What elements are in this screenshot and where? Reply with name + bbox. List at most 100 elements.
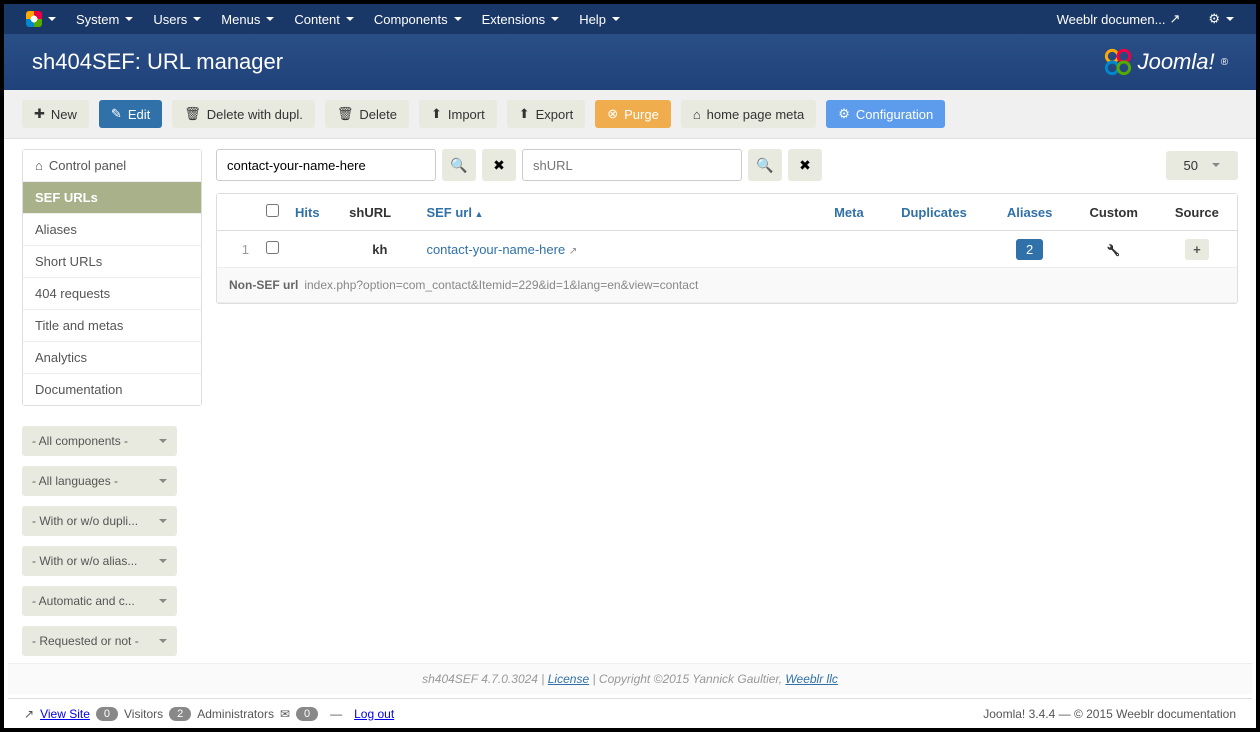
nav-menus[interactable]: Menus <box>211 4 284 34</box>
col-aliases[interactable]: Aliases <box>989 194 1071 231</box>
close-icon: ✖ <box>493 157 505 174</box>
joomla-version: Joomla! 3.4.4 — © 2015 Weeblr documentat… <box>983 707 1236 721</box>
sidebar-nav: ⌂Control panel SEF URLs Aliases Short UR… <box>22 149 202 406</box>
configuration-button[interactable]: ⚙Configuration <box>826 100 945 128</box>
col-shurl: shURL <box>341 194 418 231</box>
sidebar-documentation[interactable]: Documentation <box>23 374 201 405</box>
filter-aliases[interactable]: - With or w/o alias... <box>22 546 177 576</box>
nav-help[interactable]: Help <box>569 4 630 34</box>
cell-hits <box>287 231 341 268</box>
mail-icon: ✉ <box>280 707 290 721</box>
edit-button[interactable]: ✎Edit <box>99 100 162 128</box>
search-icon: 🔍 <box>756 157 773 174</box>
joomla-logo-icon <box>1104 48 1132 76</box>
filter-duplicates[interactable]: - With or w/o dupli... <box>22 506 177 536</box>
cell-meta <box>818 231 879 268</box>
search-shurl-input[interactable] <box>522 149 742 181</box>
sidebar-analytics[interactable]: Analytics <box>23 342 201 374</box>
sefurl-link[interactable]: contact-your-name-here <box>426 242 565 257</box>
plus-icon: ✚ <box>34 106 45 122</box>
view-site-link[interactable]: View Site <box>40 707 90 721</box>
home-icon: ⌂ <box>35 158 43 173</box>
external-link-icon[interactable] <box>569 242 577 257</box>
url-table: Hits shURL SEF url Meta Duplicates Alias… <box>216 193 1238 304</box>
home-icon: ⌂ <box>693 107 701 122</box>
col-meta[interactable]: Meta <box>818 194 879 231</box>
page-title: sh404SEF: URL manager <box>32 49 283 75</box>
new-button[interactable]: ✚New <box>22 100 89 128</box>
download-icon: ⬆ <box>519 106 530 122</box>
gear-icon: ⚙ <box>1208 11 1220 27</box>
sidebar: ⌂Control panel SEF URLs Aliases Short UR… <box>22 149 202 666</box>
visitors-label: Visitors <box>124 707 163 721</box>
close-icon: ✖ <box>799 157 811 174</box>
content-area: 🔍 ✖ 🔍 ✖ 50 Hits shURL SEF url Meta Dupli… <box>216 149 1238 666</box>
trash-icon: 🗑 <box>337 106 354 122</box>
weeblr-link[interactable]: Weeblr llc <box>785 672 837 686</box>
purge-button[interactable]: ⊗Purge <box>595 100 671 128</box>
nav-content[interactable]: Content <box>284 4 364 34</box>
admins-count: 2 <box>169 707 191 721</box>
sidebar-404[interactable]: 404 requests <box>23 278 201 310</box>
export-button[interactable]: ⬆Export <box>507 100 585 128</box>
row-checkbox[interactable] <box>266 241 279 254</box>
joomla-brand: Joomla!® <box>1104 48 1228 76</box>
nav-extensions[interactable]: Extensions <box>472 4 570 34</box>
filter-components[interactable]: - All components - <box>22 426 177 456</box>
nav-users[interactable]: Users <box>143 4 211 34</box>
sidebar-control-panel[interactable]: ⌂Control panel <box>23 150 201 182</box>
col-hits[interactable]: Hits <box>287 194 341 231</box>
clear-shurl-button[interactable]: ✖ <box>788 149 822 181</box>
import-button[interactable]: ⬆Import <box>419 100 497 128</box>
sidebar-title-metas[interactable]: Title and metas <box>23 310 201 342</box>
delete-button[interactable]: 🗑Delete <box>325 100 409 128</box>
col-source: Source <box>1157 194 1237 231</box>
joomla-logo-menu[interactable] <box>16 4 66 34</box>
visitors-count: 0 <box>96 707 118 721</box>
license-link[interactable]: License <box>548 672 589 686</box>
cancel-icon: ⊗ <box>607 106 618 122</box>
search-sef-button[interactable]: 🔍 <box>442 149 476 181</box>
filter-languages[interactable]: - All languages - <box>22 466 177 496</box>
filter-requested[interactable]: - Requested or not - <box>22 626 177 656</box>
limit-select[interactable]: 50 <box>1166 151 1238 180</box>
col-sefurl[interactable]: SEF url <box>418 194 818 231</box>
admins-label: Administrators <box>197 707 274 721</box>
nav-components[interactable]: Components <box>364 4 472 34</box>
cell-shurl: kh <box>341 231 418 268</box>
search-row: 🔍 ✖ 🔍 ✖ 50 <box>216 149 1238 181</box>
nav-site-link[interactable]: Weeblr documen... ↗ <box>1047 4 1191 34</box>
toolbar: ✚New ✎Edit 🗑Delete with dupl. 🗑Delete ⬆I… <box>4 90 1256 139</box>
joomla-icon <box>26 11 42 27</box>
cell-duplicates <box>879 231 988 268</box>
homepage-meta-button[interactable]: ⌂home page meta <box>681 100 816 128</box>
admin-navbar: System Users Menus Content Components Ex… <box>4 4 1256 34</box>
clear-sef-button[interactable]: ✖ <box>482 149 516 181</box>
sidebar-aliases[interactable]: Aliases <box>23 214 201 246</box>
nav-settings[interactable]: ⚙ <box>1198 4 1244 34</box>
external-link-icon: ↗ <box>1169 11 1180 27</box>
search-shurl-button[interactable]: 🔍 <box>748 149 782 181</box>
wrench-icon[interactable] <box>1107 242 1121 257</box>
col-duplicates[interactable]: Duplicates <box>879 194 988 231</box>
nav-system[interactable]: System <box>66 4 143 34</box>
search-icon: 🔍 <box>450 157 467 174</box>
gear-icon: ⚙ <box>838 106 850 122</box>
sidebar-short-urls[interactable]: Short URLs <box>23 246 201 278</box>
upload-icon: ⬆ <box>431 106 442 122</box>
table-row: 1 kh contact-your-name-here 2 + <box>217 231 1237 268</box>
aliases-badge[interactable]: 2 <box>1016 239 1043 260</box>
external-link-icon: ↗ <box>24 707 34 721</box>
checkall-checkbox[interactable] <box>266 204 279 217</box>
filter-custom[interactable]: - Automatic and c... <box>22 586 177 616</box>
col-custom: Custom <box>1071 194 1157 231</box>
delete-dupl-button[interactable]: 🗑Delete with dupl. <box>172 100 315 128</box>
footer-version: sh404SEF 4.7.0.3024 | License | Copyrigh… <box>8 663 1252 694</box>
nonsef-row: Non-SEF urlindex.php?option=com_contact&… <box>217 268 1237 303</box>
search-sef-input[interactable] <box>216 149 436 181</box>
nonsef-value: index.php?option=com_contact&Itemid=229&… <box>304 278 698 292</box>
logout-link[interactable]: Log out <box>354 707 394 721</box>
status-bar: ↗ View Site 0 Visitors 2 Administrators … <box>8 698 1252 728</box>
sidebar-sef-urls[interactable]: SEF URLs <box>23 182 201 214</box>
source-add-button[interactable]: + <box>1185 239 1209 260</box>
